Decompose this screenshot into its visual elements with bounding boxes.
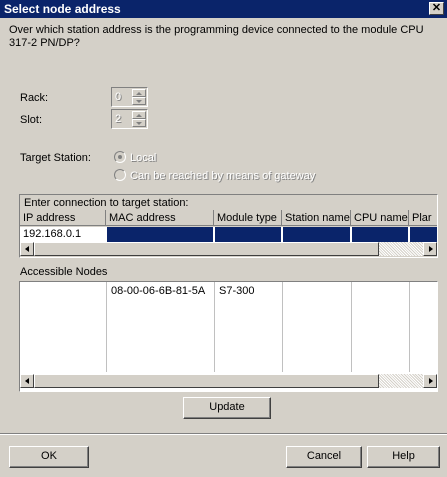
col-station-name[interactable]: Station name [282,210,351,226]
rack-label: Rack: [20,92,49,104]
table-row[interactable]: 192.168.0.1 [20,227,437,242]
col-cpu-name[interactable]: CPU name [351,210,409,226]
nodes-hscrollbar[interactable] [20,374,437,388]
radio-local-label: Local [130,152,157,164]
scroll-right-icon[interactable] [423,242,437,256]
list-item[interactable]: 08-00-06-6B-81-5A S7-300 [20,284,437,299]
col-plant-designation[interactable]: Plar [409,210,437,226]
mac-address-cell[interactable] [107,227,213,242]
cancel-button[interactable]: Cancel [286,446,362,468]
divider [0,433,447,435]
connection-table-title: Enter connection to target station: [24,197,189,209]
slot-label: Slot: [20,114,43,126]
node-station-name-cell [284,284,351,299]
slot-value: 2 [115,113,122,125]
col-mac-address[interactable]: MAC address [106,210,214,226]
plant-designation-cell[interactable] [410,227,437,242]
accessible-nodes-list[interactable]: 08-00-06-6B-81-5A S7-300 [19,281,438,392]
title-bar: Select node address ✕ [0,0,447,18]
close-button[interactable]: ✕ [429,2,444,15]
node-plant-cell [411,284,437,299]
accessible-nodes-label: Accessible Nodes [20,266,108,278]
rack-down-arrow-icon [132,97,146,105]
node-mac-cell: 08-00-06-6B-81-5A [111,285,206,297]
update-button[interactable]: Update [183,397,271,419]
node-ip-cell [20,284,106,299]
module-type-cell[interactable] [215,227,281,242]
rack-value: 0 [115,91,122,103]
select-node-address-dialog: Select node address ✕ Over which station… [0,0,447,477]
nodes-scroll-thumb[interactable] [34,374,379,388]
rack-up-arrow-icon [132,89,146,97]
connection-table: Enter connection to target station: IP a… [19,194,438,258]
cpu-name-cell[interactable] [352,227,408,242]
radio-local [114,151,126,163]
ok-button[interactable]: OK [9,446,89,468]
nodes-scroll-left-icon[interactable] [20,374,34,388]
rack-spinner: 0 [111,87,148,107]
node-module-type-cell: S7-300 [219,285,255,297]
connection-hscrollbar[interactable] [20,242,437,256]
slot-spinner: 2 [111,109,148,129]
slot-down-arrow-icon [132,119,146,127]
dialog-title: Select node address [4,2,121,16]
radio-gateway-label: Can be reached by means of gateway [130,170,316,182]
col-module-type[interactable]: Module type [214,210,282,226]
node-cpu-name-cell [353,284,409,299]
slot-up-arrow-icon [132,111,146,119]
help-button[interactable]: Help [367,446,440,468]
col-ip-address[interactable]: IP address [20,210,106,226]
scroll-left-icon[interactable] [20,242,34,256]
scroll-thumb[interactable] [34,242,379,256]
target-station-label: Target Station: [20,152,91,164]
ip-address-input[interactable]: 192.168.0.1 [20,227,106,242]
nodes-scroll-right-icon[interactable] [423,374,437,388]
question-text: Over which station address is the progra… [9,24,424,49]
station-name-cell[interactable] [283,227,350,242]
radio-gateway [114,169,126,181]
close-icon: ✕ [431,2,442,14]
